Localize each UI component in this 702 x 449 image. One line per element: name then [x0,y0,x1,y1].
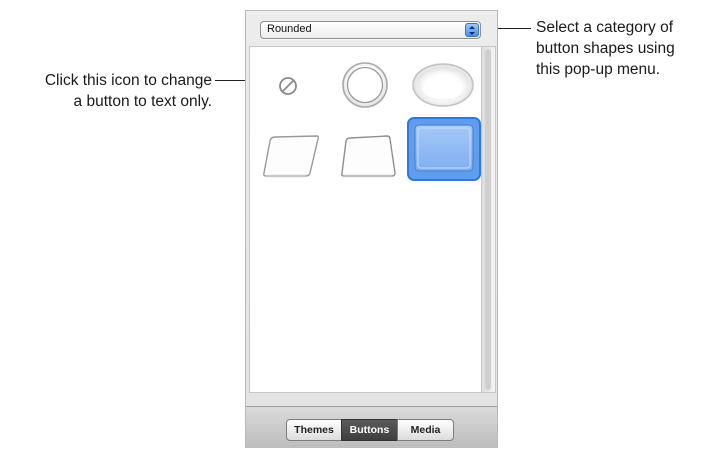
slanted-rect-shape-button[interactable] [260,132,322,180]
callout-left-line-2: a button to text only. [73,93,212,110]
callout-right-line-1: Select a category of [536,19,673,36]
category-popup-menu[interactable]: Rounded [260,21,481,39]
callout-left-line-1: Click this icon to change [44,72,212,89]
panel-tab-bar: Themes Buttons Media [246,406,497,448]
tab-media[interactable]: Media [397,419,454,441]
oval-shape-button[interactable] [410,60,476,110]
callout-popup-menu: Select a category of button shapes using… [536,17,702,80]
updown-arrows-icon[interactable] [465,23,479,37]
callout-right-line-3: this pop-up menu. [536,61,661,78]
callout-right-line-2: button shapes using [536,40,675,57]
rounded-rect-shape-button[interactable] [407,117,481,181]
popup-selected-value: Rounded [267,23,312,35]
tab-buttons[interactable]: Buttons [341,419,398,441]
vertical-scrollbar[interactable] [482,46,496,393]
trapezoid-shape-button[interactable] [337,132,399,180]
scroll-track[interactable] [485,49,491,390]
prohibited-circle-icon[interactable] [277,75,299,97]
callout-text-only: Click this icon to change a button to te… [0,70,212,112]
tab-themes[interactable]: Themes [286,419,342,441]
button-shape-grid [249,46,482,393]
buttons-panel: Rounded Themes Buttons Media [245,10,498,448]
circle-shape-button[interactable] [340,60,390,110]
